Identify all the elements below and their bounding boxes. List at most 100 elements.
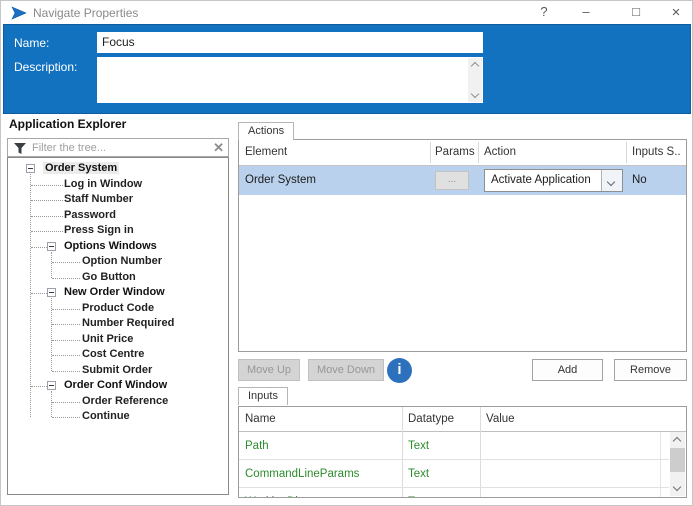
scroll-up-icon[interactable] — [672, 436, 682, 446]
actions-table: Element Params Action Inputs S.. Order S… — [238, 139, 687, 352]
tree-item-press-sign-in[interactable]: Press Sign in — [9, 223, 227, 239]
scroll-up-icon[interactable] — [470, 61, 480, 71]
move-down-button[interactable]: Move Down — [308, 359, 384, 381]
scroll-down-icon[interactable] — [470, 89, 480, 99]
tree-connector-line — [51, 298, 52, 371]
action-element-cell: Order System — [245, 174, 316, 186]
col-name: Name — [245, 413, 276, 425]
tree-item-label: New Order Window — [64, 286, 165, 298]
actions-table-row[interactable]: Order System... Activate Application No — [239, 166, 686, 195]
scrollbar-thumb[interactable] — [670, 448, 685, 472]
input-datatype-cell: Text — [408, 468, 430, 480]
chevron-down-icon[interactable] — [601, 170, 622, 191]
tree-filter-box[interactable]: Filter the tree... ✕ — [7, 138, 229, 157]
inputs-table-row[interactable]: CommandLineParams Text — [239, 460, 669, 488]
move-up-button[interactable]: Move Up — [238, 359, 300, 381]
tree-item-log-in-window[interactable]: Log in Window — [9, 177, 227, 193]
tree-item-number-required[interactable]: Number Required — [9, 316, 227, 332]
navigate-properties-dialog: Navigate Properties ? – □ × Name: Focus … — [0, 0, 693, 506]
tree-item-password[interactable]: Password — [9, 208, 227, 224]
col-params: Params — [435, 146, 475, 158]
tree-item-new-order-window[interactable]: New Order Window — [9, 285, 227, 301]
tree-item-order-reference[interactable]: Order Reference — [9, 394, 227, 410]
title-bar: Navigate Properties ? – □ × — [1, 1, 692, 24]
add-button[interactable]: Add — [532, 359, 603, 381]
tree-item-label: Option Number — [82, 255, 163, 267]
description-scrollbar[interactable] — [468, 58, 482, 102]
tree-connector-line — [30, 174, 31, 417]
inputs-table: Name Datatype Value Path Text CommandLineP… — [238, 406, 687, 498]
tree-connector-line — [51, 251, 52, 278]
col-inputs-set: Inputs S.. — [632, 146, 681, 158]
input-datatype-cell: Text — [408, 440, 430, 452]
tree-item-label: Log in Window — [64, 177, 143, 190]
inputs-set-cell: No — [632, 174, 647, 186]
tree-item-label: Order Conf Window — [64, 379, 168, 391]
tree-item-label: Submit Order — [82, 363, 153, 376]
tree-item-label: Staff Number — [64, 193, 134, 205]
inputs-table-row[interactable]: WorkingDirectory Text — [239, 488, 669, 497]
input-name-cell: CommandLineParams — [245, 468, 360, 480]
tree-item-label: Cost Centre — [82, 348, 145, 360]
window-title: Navigate Properties — [33, 6, 139, 20]
inputs-table-header: Name Datatype Value — [239, 407, 686, 432]
inputs-table-row[interactable]: Path Text — [239, 432, 669, 460]
tree-item-staff-number[interactable]: Staff Number — [9, 192, 227, 208]
name-label: Name: — [14, 36, 50, 50]
tree-item-label: Number Required — [82, 317, 175, 329]
input-name-cell: Path — [245, 440, 269, 452]
tree-item-label: Continue — [82, 410, 130, 422]
tree-item-label: Order Reference — [82, 394, 169, 407]
tree-item-go-button[interactable]: Go Button — [9, 270, 227, 286]
tree-item-unit-price[interactable]: Unit Price — [9, 332, 227, 348]
tab-actions[interactable]: Actions — [238, 122, 295, 140]
maximize-button[interactable]: □ — [623, 4, 649, 19]
close-button[interactable]: × — [663, 4, 689, 21]
properties-header: Name: Focus Description: — [3, 24, 691, 114]
tree-collapse-minus-icon[interactable] — [47, 288, 56, 297]
actions-table-header: Element Params Action Inputs S.. — [239, 140, 686, 166]
name-value: Focus — [102, 35, 135, 49]
input-datatype-cell: Text — [408, 496, 429, 497]
tree-collapse-minus-icon[interactable] — [47, 381, 56, 390]
application-tree-panel: Order System Log in Window Staff Number Pas… — [7, 157, 229, 495]
col-value: Value — [486, 413, 515, 425]
action-dropdown[interactable]: Activate Application — [484, 169, 623, 192]
app-tree: Order System Log in Window Staff Number Pas… — [9, 161, 227, 491]
tree-collapse-minus-icon[interactable] — [47, 241, 56, 251]
application-explorer-title: Application Explorer — [9, 117, 127, 131]
description-input[interactable] — [97, 57, 483, 103]
tree-item-cost-centre[interactable]: Cost Centre — [9, 347, 227, 363]
tree-item-options-windows[interactable]: Options Windows — [9, 239, 227, 255]
info-icon: i — [387, 358, 412, 383]
col-element: Element — [245, 146, 288, 158]
tree-filter-placeholder: Filter the tree... — [32, 142, 106, 154]
remove-button[interactable]: Remove — [614, 359, 687, 381]
funnel-icon — [14, 143, 26, 154]
tab-inputs[interactable]: Inputs — [238, 387, 288, 405]
tree-item-label: Product Code — [82, 301, 155, 314]
tree-item-label: Unit Price — [82, 332, 134, 345]
action-dropdown-value: Activate Application — [491, 174, 591, 186]
scroll-down-icon[interactable] — [672, 482, 682, 492]
col-datatype: Datatype — [408, 413, 455, 425]
tree-item-product-code[interactable]: Product Code — [9, 301, 227, 317]
tree-item-submit-order[interactable]: Submit Order — [9, 363, 227, 379]
tree-item-label: Press Sign in — [64, 224, 134, 236]
help-button[interactable]: ? — [531, 4, 557, 19]
tree-item-continue[interactable]: Continue — [9, 409, 227, 425]
clear-filter-x-icon[interactable]: ✕ — [213, 140, 224, 156]
input-name-cell: WorkingDirectory — [245, 496, 333, 497]
tree-item-label: Password — [64, 208, 116, 221]
tree-item-order-conf-window[interactable]: Order Conf Window — [9, 378, 227, 394]
tree-item-order-system[interactable]: Order System — [9, 161, 227, 177]
description-label: Description: — [14, 60, 78, 74]
tree-item-label: Options Windows — [64, 239, 157, 252]
inputs-scrollbar[interactable] — [670, 432, 685, 496]
name-input[interactable]: Focus — [97, 32, 483, 53]
col-action: Action — [484, 146, 516, 158]
params-ellipsis-button[interactable]: ... — [435, 171, 469, 190]
tree-collapse-minus-icon[interactable] — [26, 164, 35, 173]
minimize-button[interactable]: – — [573, 4, 599, 19]
tree-item-option-number[interactable]: Option Number — [9, 254, 227, 270]
